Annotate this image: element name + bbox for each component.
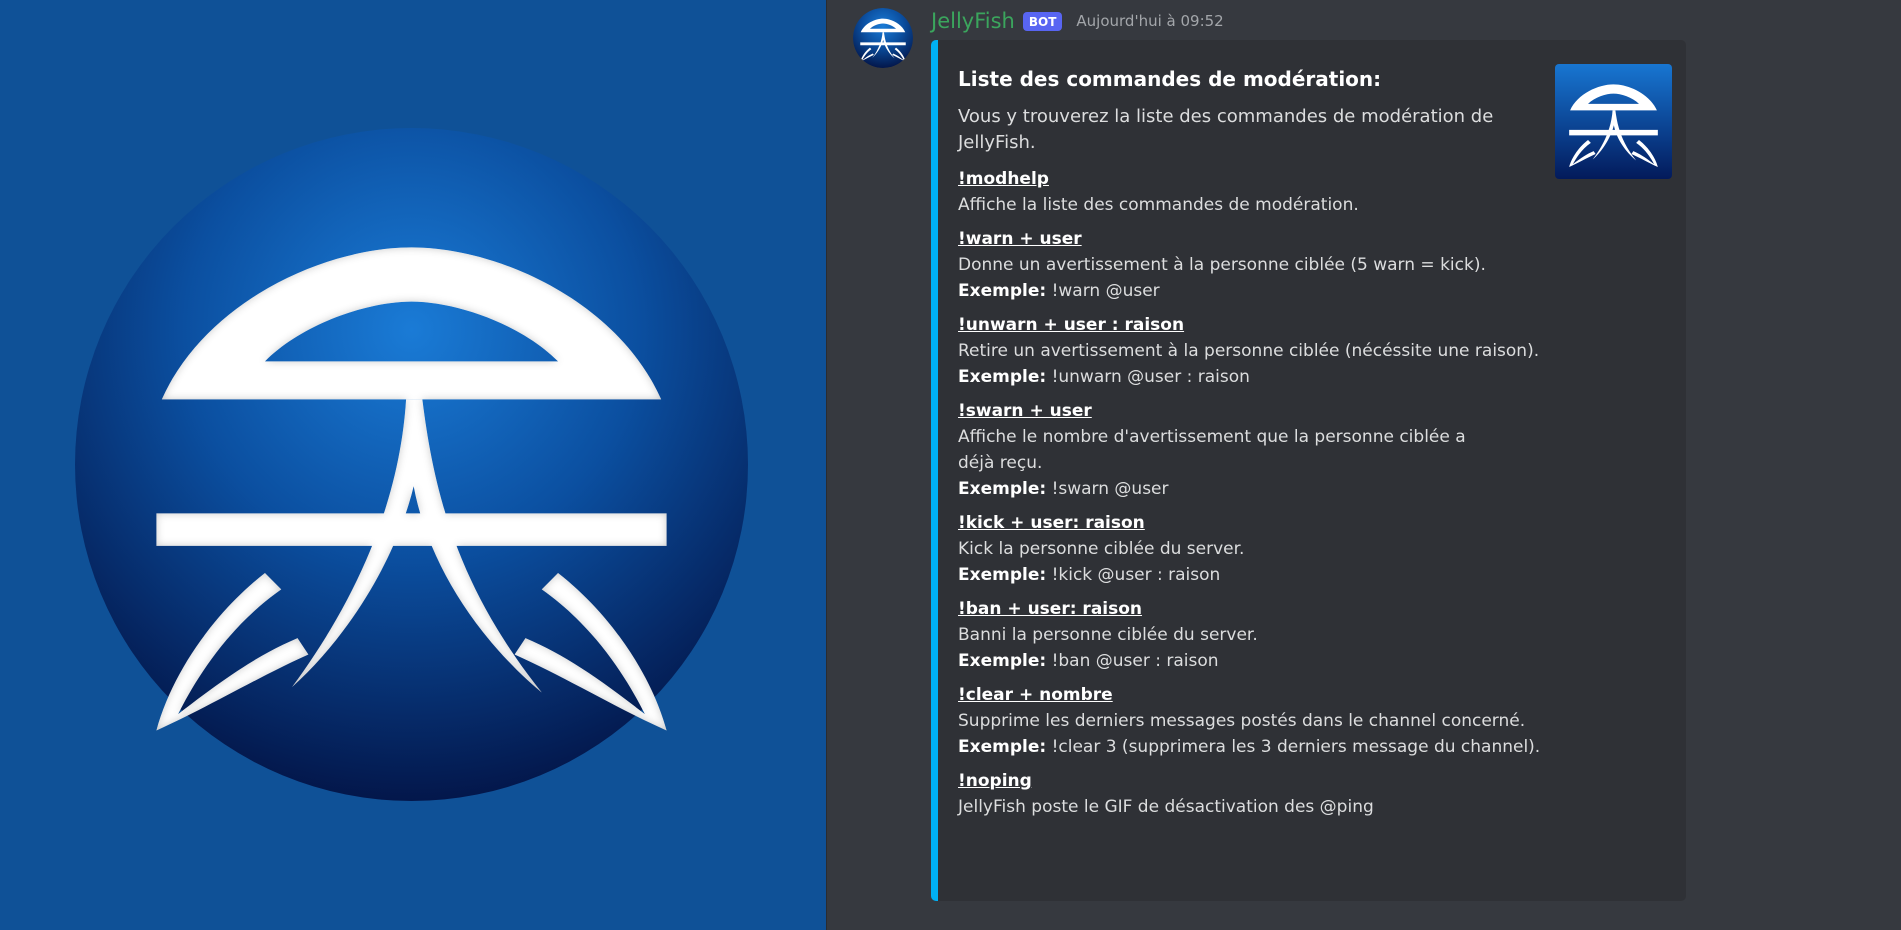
command-field: !clear + nombre Supprime les derniers me… bbox=[958, 682, 1541, 760]
command-name: !kick + user: raison bbox=[958, 513, 1145, 533]
example-text: !unwarn @user : raison bbox=[1051, 367, 1250, 387]
command-description: JellyFish poste le GIF de désactivation … bbox=[958, 797, 1374, 817]
command-name: !unwarn + user : raison bbox=[958, 315, 1185, 335]
command-example: Exemple: !kick @user : raison bbox=[958, 562, 1538, 588]
example-text: !swarn @user bbox=[1051, 479, 1169, 499]
command-name: !warn + user bbox=[958, 229, 1082, 249]
command-example: Exemple: !clear 3 (supprimera les 3 dern… bbox=[958, 734, 1541, 760]
command-name: !modhelp bbox=[958, 169, 1049, 189]
example-label: Exemple: bbox=[958, 367, 1047, 387]
embed-body: Liste des commandes de modération: Vous … bbox=[958, 64, 1541, 828]
command-description: Supprime les derniers messages postés da… bbox=[958, 711, 1526, 731]
command-description: Banni la personne ciblée du server. bbox=[958, 625, 1258, 645]
command-field: !modhelp Affiche la liste des commandes … bbox=[958, 166, 1538, 218]
example-text: !ban @user : raison bbox=[1051, 651, 1219, 671]
command-name: !ban + user: raison bbox=[958, 599, 1143, 619]
embed-card: Liste des commandes de modération: Vous … bbox=[931, 40, 1686, 901]
embed-title: Liste des commandes de modération: bbox=[958, 67, 1382, 91]
command-field: !unwarn + user : raison Retire un averti… bbox=[958, 312, 1540, 390]
jellyfish-logo-icon bbox=[75, 128, 748, 801]
command-name: !noping bbox=[958, 771, 1032, 791]
command-description: Affiche le nombre d'avertissement que la… bbox=[958, 427, 1466, 473]
command-description: Affiche la liste des commandes de modéra… bbox=[958, 195, 1359, 215]
embed-description: Vous y trouverez la liste des commandes … bbox=[958, 106, 1494, 153]
command-field: !ban + user: raison Banni la personne ci… bbox=[958, 596, 1538, 674]
logo-panel bbox=[0, 0, 826, 930]
embed-thumbnail[interactable] bbox=[1555, 64, 1672, 179]
command-name: !clear + nombre bbox=[958, 685, 1113, 705]
example-label: Exemple: bbox=[958, 651, 1047, 671]
command-description: Retire un avertissement à la personne ci… bbox=[958, 341, 1540, 361]
jellyfish-logo-icon bbox=[1555, 64, 1672, 179]
command-field: !warn + user Donne un avertissement à la… bbox=[958, 226, 1538, 304]
jellyfish-logo-icon bbox=[853, 8, 913, 68]
command-example: Exemple: !warn @user bbox=[958, 278, 1538, 304]
command-example: Exemple: !unwarn @user : raison bbox=[958, 364, 1538, 390]
command-description: Kick la personne ciblée du server. bbox=[958, 539, 1245, 559]
command-field: !noping JellyFish poste le GIF de désact… bbox=[958, 768, 1538, 820]
bot-badge: BOT bbox=[1022, 11, 1063, 31]
example-text: !clear 3 (supprimera les 3 derniers mess… bbox=[1051, 737, 1541, 757]
example-label: Exemple: bbox=[958, 479, 1047, 499]
command-description: Donne un avertissement à la personne cib… bbox=[958, 255, 1486, 275]
avatar[interactable] bbox=[853, 8, 913, 68]
message-header: JellyFish BOT Aujourd'hui à 09:52 bbox=[931, 8, 1224, 34]
command-field: !kick + user: raison Kick la personne ci… bbox=[958, 510, 1538, 588]
example-label: Exemple: bbox=[958, 737, 1047, 757]
command-field: !swarn + user Affiche le nombre d'averti… bbox=[958, 398, 1538, 502]
example-label: Exemple: bbox=[958, 281, 1047, 301]
command-name: !swarn + user bbox=[958, 401, 1092, 421]
message-timestamp[interactable]: Aujourd'hui à 09:52 bbox=[1076, 12, 1223, 30]
chat-message-area: JellyFish BOT Aujourd'hui à 09:52 Liste … bbox=[827, 0, 1901, 930]
author-name[interactable]: JellyFish bbox=[931, 9, 1015, 33]
command-example: Exemple: !swarn @user bbox=[958, 476, 1538, 502]
command-example: Exemple: !ban @user : raison bbox=[958, 648, 1538, 674]
example-label: Exemple: bbox=[958, 565, 1047, 585]
example-text: !kick @user : raison bbox=[1051, 565, 1221, 585]
example-text: !warn @user bbox=[1051, 281, 1160, 301]
